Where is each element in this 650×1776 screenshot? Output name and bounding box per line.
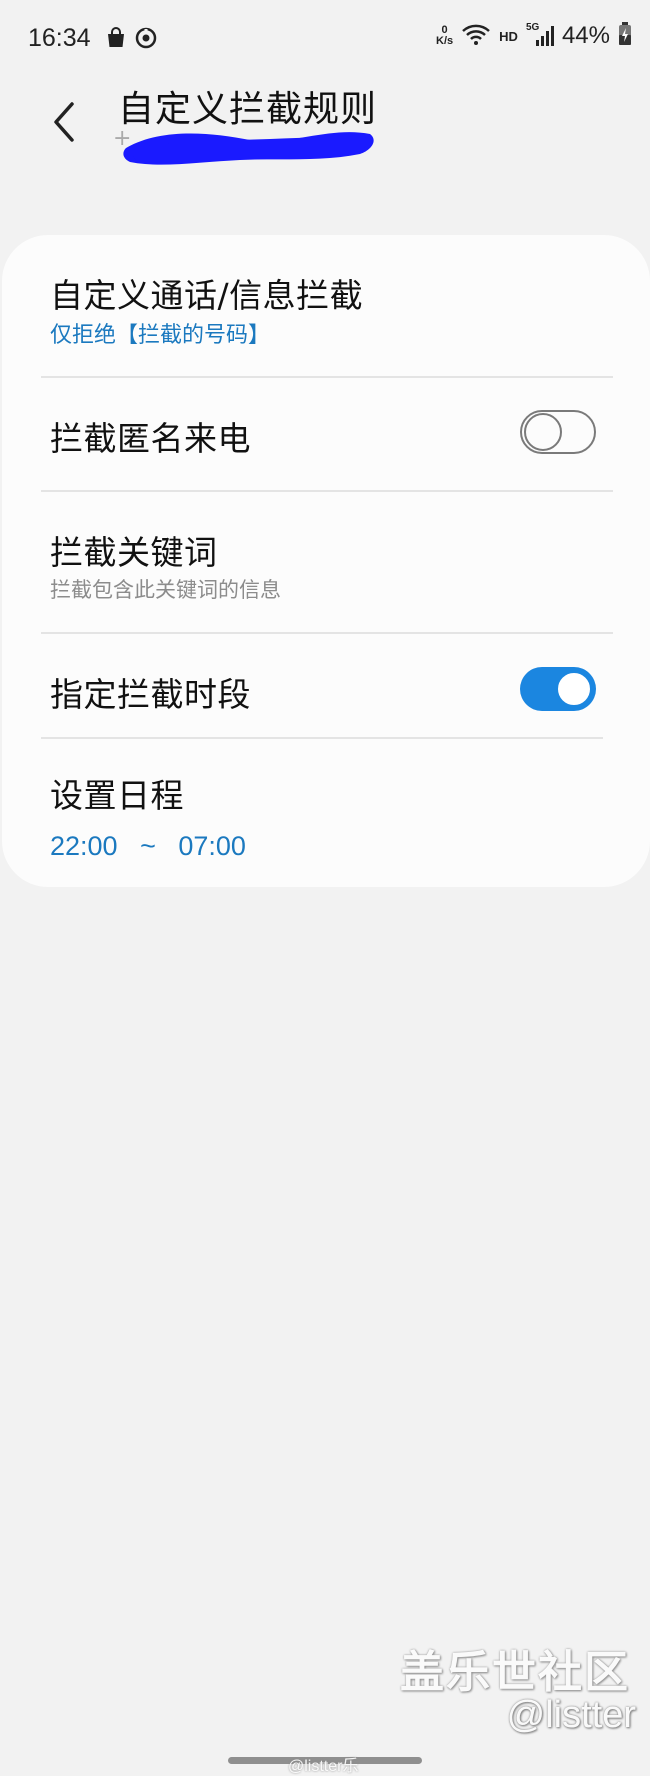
network-speed: 0 K/s: [436, 25, 453, 47]
battery-icon: [618, 22, 632, 50]
block-keywords-subtitle: 拦截包含此关键词的信息: [50, 578, 281, 602]
block-anonymous-row[interactable]: 拦截匿名来电: [2, 378, 650, 490]
watermark-handle: @listter: [506, 1694, 636, 1736]
scheduled-block-toggle[interactable]: [520, 667, 596, 711]
wifi-icon: [461, 22, 491, 50]
scheduled-block-title: 指定拦截时段: [50, 675, 251, 714]
watermark-community: 盖乐世社区: [400, 1647, 630, 1698]
toggle-knob: [524, 413, 562, 451]
redaction-scribble: [123, 132, 374, 165]
signal-icon: 5G: [526, 22, 554, 48]
watermark-weibo: @listter乐: [288, 1758, 359, 1775]
status-time: 16:34: [28, 24, 91, 52]
block-keywords-title: 拦截关键词: [50, 533, 218, 572]
custom-block-title: 自定义通话/信息拦截: [50, 276, 364, 315]
status-bar: 16:34 0 K/s HD 5G 44%: [0, 0, 650, 80]
block-keywords-row[interactable]: 拦截关键词 拦截包含此关键词的信息: [2, 492, 650, 632]
block-anonymous-title: 拦截匿名来电: [50, 419, 251, 458]
block-anonymous-toggle[interactable]: [520, 410, 596, 454]
sync-icon: [134, 26, 158, 54]
battery-percent: 44%: [561, 22, 610, 49]
custom-block-subtitle: 仅拒绝【拦截的号码】: [50, 323, 271, 348]
hd-voice-label: HD: [499, 28, 518, 44]
toggle-knob: [555, 670, 593, 708]
status-right-group: 0 K/s HD 5G 44%: [436, 22, 632, 50]
network-speed-unit: K/s: [436, 35, 454, 47]
shopping-bag-icon: [104, 26, 128, 54]
schedule-title: 设置日程: [50, 776, 184, 815]
scheduled-block-row[interactable]: 指定拦截时段: [2, 634, 650, 738]
schedule-time-range: 22:00 ~ 07:00: [50, 831, 246, 861]
settings-card: 自定义通话/信息拦截 仅拒绝【拦截的号码】 拦截匿名来电 拦截关键词 拦截包含此…: [2, 235, 650, 887]
back-button[interactable]: [44, 96, 88, 148]
schedule-row[interactable]: 设置日程 22:00 ~ 07:00: [2, 739, 650, 887]
chevron-left-icon: [54, 102, 74, 142]
custom-block-row[interactable]: 自定义通话/信息拦截 仅拒绝【拦截的号码】: [2, 235, 650, 377]
